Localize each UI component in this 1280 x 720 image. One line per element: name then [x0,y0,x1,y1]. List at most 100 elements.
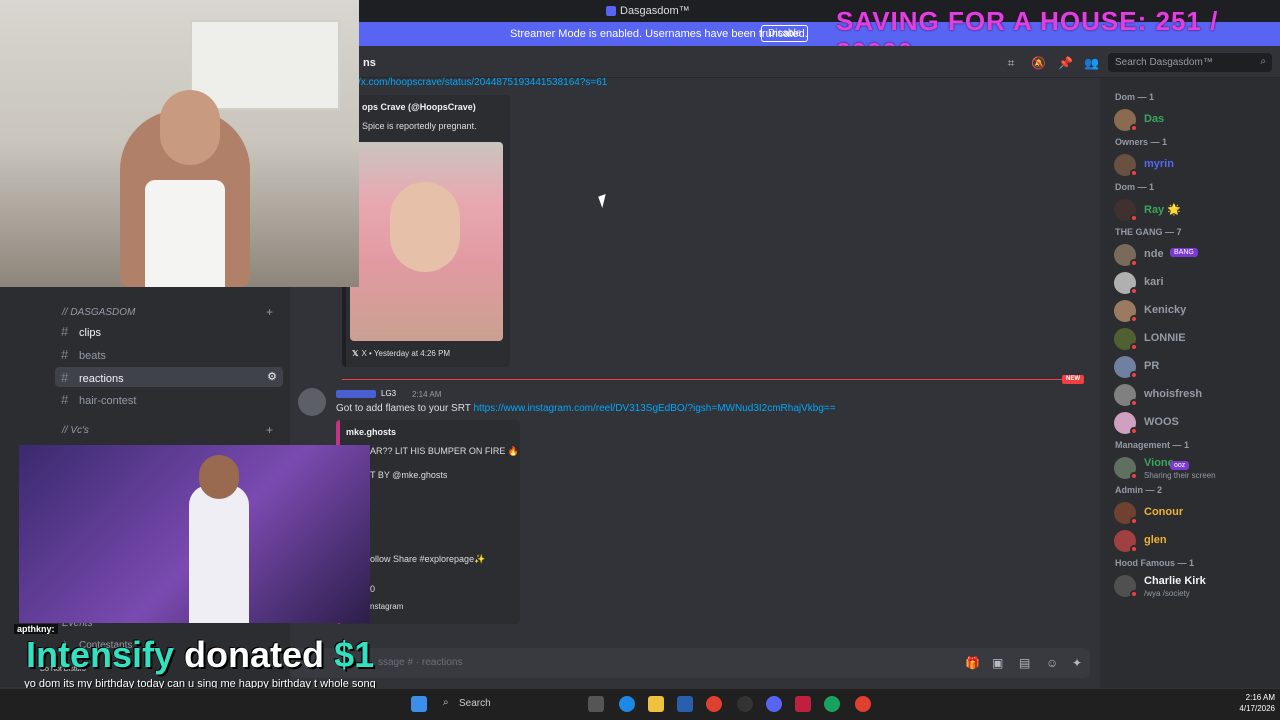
member-item[interactable]: myrin [1114,154,1274,177]
edge-icon[interactable] [619,696,635,712]
obs-icon[interactable] [737,696,753,712]
donation-alert: Intensify donated $1 [26,634,374,676]
window-blinds [190,20,340,110]
role-header: Management — 1 [1115,440,1190,450]
mouse-cursor [598,193,610,209]
channel-reactions[interactable]: # reactions ⚙ [55,367,283,387]
discord-app-icon [606,6,616,16]
instagram-link[interactable]: https://www.instagram.com/reel/DV313SgEd… [473,403,835,414]
composer-placeholder: ssage # · reactions [378,657,463,668]
sticker-icon[interactable]: ▤ [1019,656,1030,670]
channel-name: ns [363,57,376,69]
member-name: kari [1144,276,1164,288]
member-item[interactable]: Das [1114,109,1274,132]
avatar[interactable] [298,388,326,416]
store-icon[interactable] [677,696,693,712]
member-tag: ooz [1170,461,1190,470]
search-icon: ⌕ [1260,56,1266,67]
windows-start-icon[interactable] [411,696,427,712]
member-item[interactable]: Kenicky [1114,300,1274,323]
channel-beats[interactable]: # beats [55,344,283,364]
member-name: WOOS [1144,416,1179,428]
pinned-messages-icon[interactable]: 📌 [1058,56,1073,70]
member-item[interactable]: Charlie Kirk/wya /society [1114,575,1274,598]
member-name: LONNIE [1144,332,1186,344]
member-item[interactable]: kari [1114,272,1274,295]
hashtag-icon: # [61,370,69,385]
add-channel-icon[interactable]: + [266,423,273,437]
taskbar [0,688,1280,720]
timestamp: 2:14 AM [412,390,442,399]
threads-icon[interactable]: ⌗ [1004,56,1018,70]
member-name: Conour [1144,506,1184,518]
status-indicator-icon [1130,427,1138,435]
status-indicator-icon [1130,214,1138,222]
member-item[interactable]: Ray 🌟 [1114,199,1274,222]
member-name: Charlie Kirk [1144,575,1206,587]
category-vcs[interactable]: // Vc's [62,425,89,436]
embed-line: ollow Share #explorepage✨ [370,554,486,564]
member-item[interactable]: whoisfresh [1114,384,1274,407]
notification-bell-icon[interactable]: 🔕 [1031,56,1046,70]
member-item[interactable]: Conour [1114,502,1274,525]
member-item[interactable]: WOOS [1114,412,1274,435]
role-header: THE GANG — 7 [1115,227,1182,237]
embed-line: AR?? LIT HIS BUMPER ON FIRE 🔥 [370,446,520,456]
disable-streamer-mode-button[interactable]: Disable [761,25,809,42]
hashtag-icon: # [61,392,69,407]
member-item[interactable]: nde BANG [1114,244,1274,267]
donor-name: Intensify [26,634,175,675]
role-header: Dom — 1 [1115,182,1155,192]
taskbar-search-label: Search [459,698,491,709]
role-header: Hood Famous — 1 [1115,558,1195,568]
member-tag: BANG [1170,248,1198,257]
tweet-link[interactable]: /x.com/hoopscrave/status/204487519344153… [358,77,607,88]
chrome-profile-icon[interactable] [855,696,871,712]
apps-icon[interactable]: ✦ [1072,656,1082,670]
member-list-icon[interactable]: 👥 [1084,56,1099,70]
add-channel-icon[interactable]: + [266,305,273,319]
reaction-video [19,445,370,623]
embed-author[interactable]: ops Crave (@HoopsCrave) [362,102,476,112]
search-input[interactable]: Search Dasgasdom™ ⌕ [1108,53,1272,72]
chrome-alt-icon[interactable] [824,696,840,712]
member-item[interactable]: LONNIE [1114,328,1274,351]
status-indicator-icon [1130,545,1138,553]
settings-icon[interactable]: ⚙ [267,370,277,383]
status-indicator-icon [1130,399,1138,407]
embed-image[interactable] [350,142,503,341]
person-head [160,90,220,165]
member-item[interactable]: PR [1114,356,1274,379]
category-dasgasdom[interactable]: // DASGASDOM [62,307,135,318]
embed-author[interactable]: mke.ghosts [346,427,396,437]
status-indicator-icon [1130,590,1138,598]
member-item[interactable]: Vione ooz Sharing their screen [1114,457,1274,480]
member-name: whoisfresh [1144,388,1203,400]
discord-icon[interactable] [766,696,782,712]
status-indicator-icon [1130,343,1138,351]
file-explorer-icon[interactable] [648,696,664,712]
member-item[interactable]: glen [1114,530,1274,553]
gif-icon[interactable]: ▣ [992,656,1003,670]
message-composer[interactable]: ssage # · reactions 🎁 ▣ ▤ ☺ ✦ [290,648,1090,678]
hashtag-icon: # [61,324,69,339]
member-name: Das [1144,113,1165,125]
tweet-embed: ops Crave (@HoopsCrave) Spice is reporte… [342,95,510,367]
role-header: Dom — 1 [1115,92,1155,102]
task-view-icon[interactable] [588,696,604,712]
channel-label: reactions [79,373,124,385]
channel-clips[interactable]: # clips [55,321,283,341]
system-clock[interactable]: 2:16 AM 4/17/2026 [1225,692,1275,714]
adobe-icon[interactable] [795,696,811,712]
gift-icon[interactable]: 🎁 [965,656,980,670]
embed-line: T BY @mke.ghosts [370,470,448,480]
status-indicator-icon [1130,371,1138,379]
author-name-truncated[interactable] [336,390,376,398]
chrome-icon[interactable] [706,696,722,712]
taskbar-search[interactable]: ⌕ Search [435,694,545,714]
new-messages-divider [342,379,1082,380]
emoji-icon[interactable]: ☺ [1046,656,1058,670]
search-placeholder: Search Dasgasdom™ [1115,57,1213,68]
channel-hair-contest[interactable]: # hair-contest [55,389,283,409]
channel-label: hair-contest [79,395,137,407]
